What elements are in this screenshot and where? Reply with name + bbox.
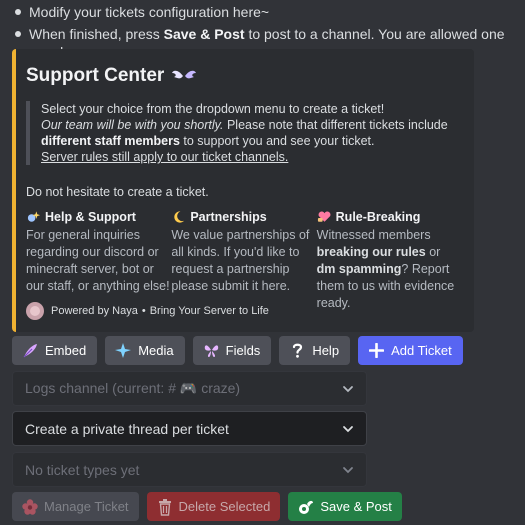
plus-icon (368, 342, 385, 359)
chevron-down-icon (343, 385, 353, 392)
embed-button[interactable]: Embed (12, 336, 98, 365)
add-ticket-button[interactable]: Add Ticket (358, 336, 463, 365)
bullet-icon (15, 31, 21, 37)
footer-separator: • (141, 305, 146, 317)
question-icon (289, 342, 306, 359)
media-button[interactable]: Media (105, 336, 185, 365)
butterfly-icon (203, 342, 220, 359)
manage-ticket-button[interactable]: Manage Ticket (12, 492, 139, 521)
save-and-post-button[interactable]: Save & Post (288, 492, 402, 521)
trash-icon (156, 498, 174, 516)
angel-wings-icon (172, 70, 197, 79)
field-title: Rule-Breaking (335, 210, 421, 224)
bullet-icon (15, 9, 21, 15)
field-title: Help & Support (45, 210, 136, 224)
instruction-text: Modify your tickets configuration here~ (29, 4, 270, 20)
crescent-moon-icon (174, 211, 185, 223)
flower-icon (21, 498, 39, 516)
footer-avatar (26, 302, 44, 320)
embed-field: Partnerships We value partnerships of al… (171, 208, 316, 312)
editor-toolbar: Embed Media Fields Help Add Ticket (12, 336, 471, 365)
feather-icon (22, 342, 39, 359)
sparkles-icon (115, 342, 132, 359)
footer-text: Powered by Naya (51, 305, 138, 317)
instruction-item: Modify your tickets configuration here~ (12, 3, 522, 25)
heart-hands-icon (317, 211, 331, 222)
embed-field: Rule-Breaking Witnessed members breaking… (317, 208, 462, 312)
sparkle-hands-icon (27, 211, 41, 222)
help-button[interactable]: Help (279, 336, 351, 365)
chevron-down-icon (343, 425, 353, 432)
fields-button[interactable]: Fields (192, 336, 272, 365)
instruction-item: When finished, press Save & Post to post… (12, 25, 522, 60)
embed-field: Help & Support For general inquiries reg… (26, 208, 171, 312)
logs-channel-select[interactable]: Logs channel (current: # 🎮 craze) (12, 371, 367, 406)
instructions: Modify your tickets configuration here~ … (12, 3, 522, 60)
footer-tagline: Bring Your Server to Life (149, 305, 269, 317)
save-icon (297, 498, 315, 516)
ticket-types-select[interactable]: No ticket types yet (12, 452, 367, 487)
action-buttons: Manage Ticket Delete Selected Save & Pos… (12, 492, 410, 521)
embed-title: Support Center (26, 63, 462, 89)
embed-footer: Powered by Naya • Bring Your Server to L… (26, 302, 269, 320)
embed-note: Do not hesitate to create a ticket. (26, 185, 209, 199)
embed-preview: Support Center Select your choice from t… (12, 49, 474, 332)
embed-fields: Help & Support For general inquiries reg… (26, 208, 462, 312)
field-value: For general inquiries regarding our disc… (26, 228, 170, 293)
thread-mode-select[interactable]: Create a private thread per ticket (12, 411, 367, 446)
field-value: We value partnerships of all kinds. If y… (171, 228, 310, 293)
chevron-down-icon (343, 466, 353, 473)
field-title: Partnerships (190, 210, 267, 224)
field-value: Witnessed members breaking our rules or … (316, 228, 455, 310)
delete-selected-button[interactable]: Delete Selected (146, 492, 281, 521)
embed-description: Select your choice from the dropdown men… (26, 101, 462, 165)
